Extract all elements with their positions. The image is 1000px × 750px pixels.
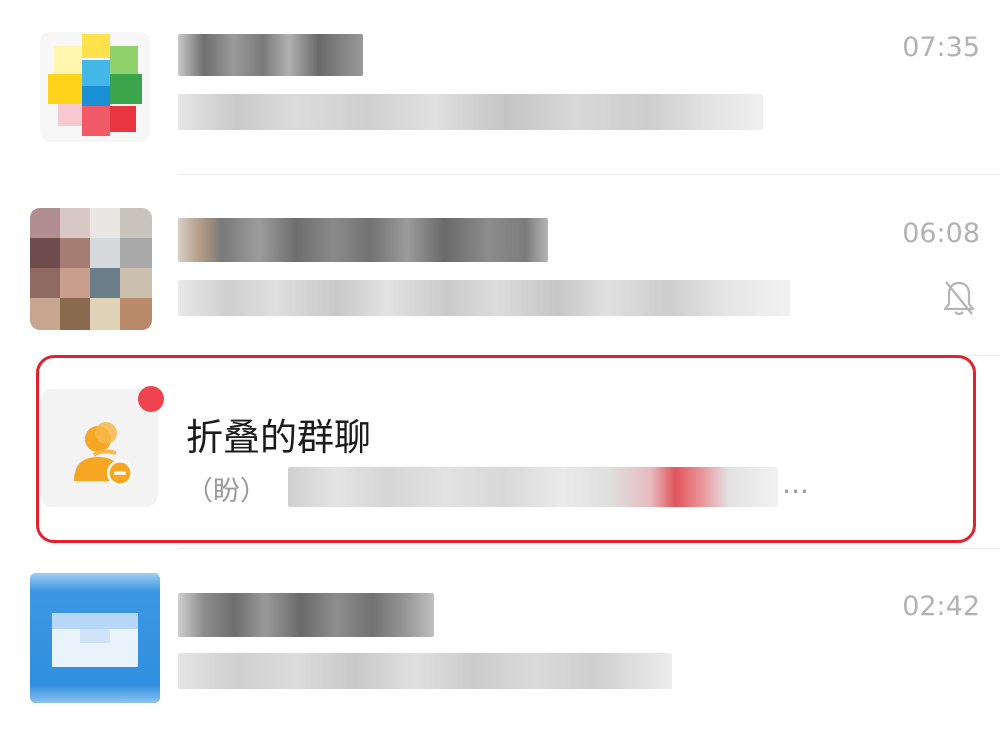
chat-title-blurred [178,593,434,637]
chat-time: 06:08 [902,218,980,249]
chat-time: 07:35 [902,32,980,63]
app-logo-icon [40,32,150,142]
chat-list: 07:35 06:08 折叠的群聊 （盼） … 02:42 [0,0,1000,750]
chat-item[interactable]: 06:08 [0,180,1000,356]
chat-preview-blurred [178,653,672,689]
chat-title-blurred [178,218,548,262]
highlight-annotation-box [36,355,976,543]
group-photo-avatar [30,208,152,330]
chat-preview-blurred [178,94,763,130]
divider [178,174,1000,175]
chat-item[interactable]: 07:35 [0,0,1000,180]
mute-bell-icon [942,278,976,318]
mail-icon [30,573,160,703]
chat-title-blurred [178,34,363,76]
chat-preview-blurred [178,280,790,316]
divider [178,548,1000,549]
chat-item[interactable]: 02:42 [0,555,1000,750]
chat-time: 02:42 [902,591,980,622]
